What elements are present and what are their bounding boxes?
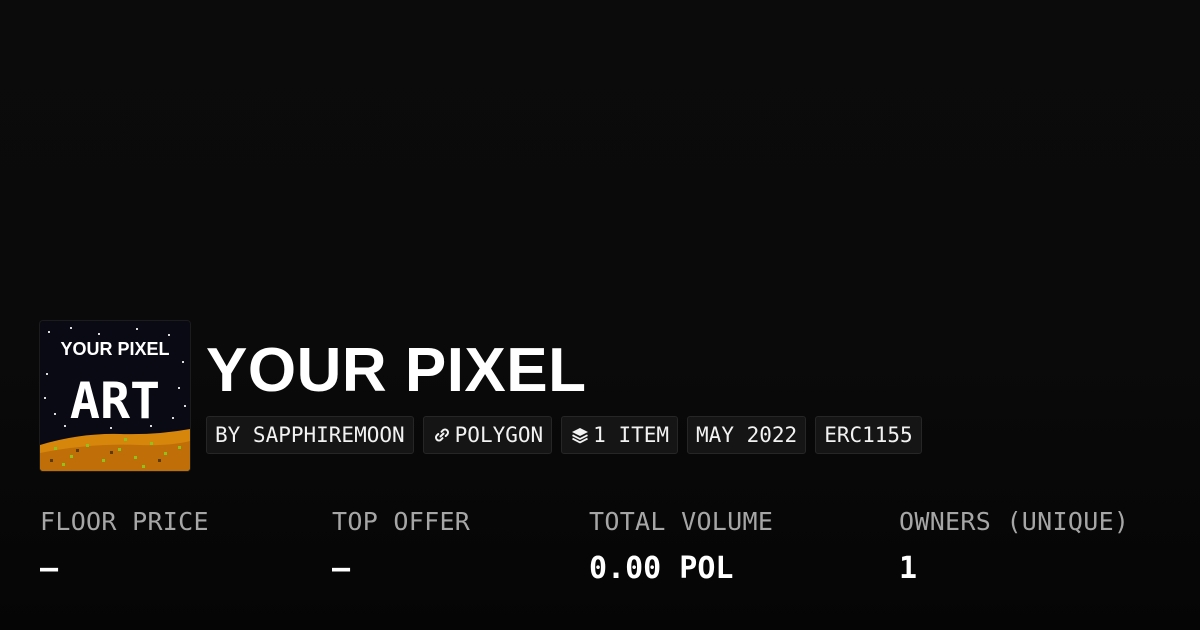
owners-stat: OWNERS (UNIQUE) 1 <box>899 507 1129 587</box>
owners-value: 1 <box>899 551 918 586</box>
token-standard-tag: ERC1155 <box>815 416 922 454</box>
floor-price-label: FLOOR PRICE <box>40 507 209 536</box>
total-volume-label: TOTAL VOLUME <box>589 507 774 536</box>
date-tag-label: MAY 2022 <box>696 423 798 447</box>
chain-link-icon <box>432 425 452 445</box>
floor-price-value: – <box>40 551 59 586</box>
item-count-tag[interactable]: 1 ITEM <box>561 416 679 454</box>
token-standard-tag-label: ERC1155 <box>824 423 913 447</box>
top-offer-value: – <box>332 551 351 586</box>
collection-header: YOUR PIXEL ART YOUR PIXEL BY SAPPHIREMOO… <box>40 321 922 471</box>
thumbnail-text-line2: ART <box>70 372 160 430</box>
creator-tag-label: BY SAPPHIREMOON <box>215 423 405 447</box>
collection-thumbnail[interactable]: YOUR PIXEL ART <box>40 321 190 471</box>
owners-label: OWNERS (UNIQUE) <box>899 507 1130 536</box>
total-volume-value: 0.00 POL <box>589 551 734 586</box>
layers-stack-icon <box>570 425 590 445</box>
thumbnail-text-line1: YOUR PIXEL <box>60 339 169 359</box>
creator-tag[interactable]: BY SAPPHIREMOON <box>206 416 414 454</box>
tag-row: BY SAPPHIREMOON POLYGON 1 ITEM MAY 2022 … <box>206 416 922 454</box>
stats-row: FLOOR PRICE – TOP OFFER – TOTAL VOLUME 0… <box>0 507 1200 607</box>
chain-tag[interactable]: POLYGON <box>422 416 553 454</box>
collection-title: YOUR PIXEL <box>206 336 587 405</box>
top-offer-label: TOP OFFER <box>332 507 471 536</box>
top-offer-stat: TOP OFFER – <box>332 507 470 587</box>
floor-price-stat: FLOOR PRICE – <box>40 507 209 587</box>
item-count-tag-label: 1 ITEM <box>593 423 670 447</box>
total-volume-stat: TOTAL VOLUME 0.00 POL <box>589 507 773 587</box>
title-block: YOUR PIXEL BY SAPPHIREMOON POLYGON 1 ITE… <box>206 321 922 454</box>
pixel-art-image: YOUR PIXEL ART <box>40 321 190 471</box>
chain-tag-label: POLYGON <box>454 423 544 447</box>
date-tag: MAY 2022 <box>687 416 807 454</box>
